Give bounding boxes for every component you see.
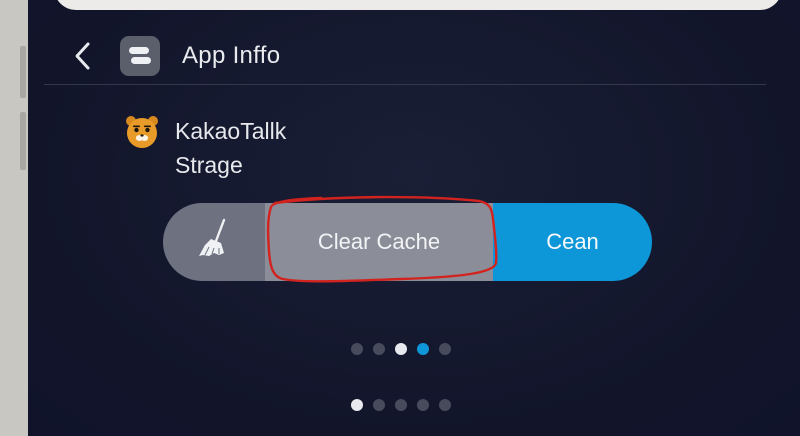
- page-dot[interactable]: [395, 343, 407, 355]
- search-bar-edge[interactable]: [54, 0, 782, 10]
- page-dot[interactable]: [351, 343, 363, 355]
- app-subtitle: Strage: [175, 152, 243, 178]
- broom-icon: [199, 218, 226, 256]
- broom-button[interactable]: [163, 203, 265, 281]
- page-indicator-bottom: [351, 399, 451, 411]
- device-side-button: [20, 112, 26, 170]
- page-dot[interactable]: [395, 399, 407, 411]
- clean-button[interactable]: Cean: [493, 203, 652, 281]
- app-info-icon: [120, 36, 160, 76]
- page-dot[interactable]: [417, 399, 429, 411]
- device-side-button: [20, 46, 26, 98]
- back-button[interactable]: [68, 38, 98, 74]
- page-dot[interactable]: [417, 343, 429, 355]
- app-info-header: App Inffo: [28, 32, 800, 84]
- page-dot[interactable]: [351, 399, 363, 411]
- clear-cache-button[interactable]: Clear Cache: [265, 203, 493, 281]
- storage-action-bar: Clear Cache Cean: [163, 203, 652, 281]
- chevron-left-icon: [75, 42, 90, 70]
- page-dot[interactable]: [439, 343, 451, 355]
- page-dot[interactable]: [439, 399, 451, 411]
- app-name: KakaoTallk: [175, 118, 287, 144]
- page-dot[interactable]: [373, 399, 385, 411]
- page-title: App Inffo: [182, 42, 281, 69]
- screen: App Inffo KakaoTallk Strage Clear Cache …: [28, 0, 800, 436]
- divider: [44, 84, 766, 85]
- page-indicator-top: [351, 343, 451, 355]
- page-dot[interactable]: [373, 343, 385, 355]
- kakao-ryan-icon: [126, 116, 158, 148]
